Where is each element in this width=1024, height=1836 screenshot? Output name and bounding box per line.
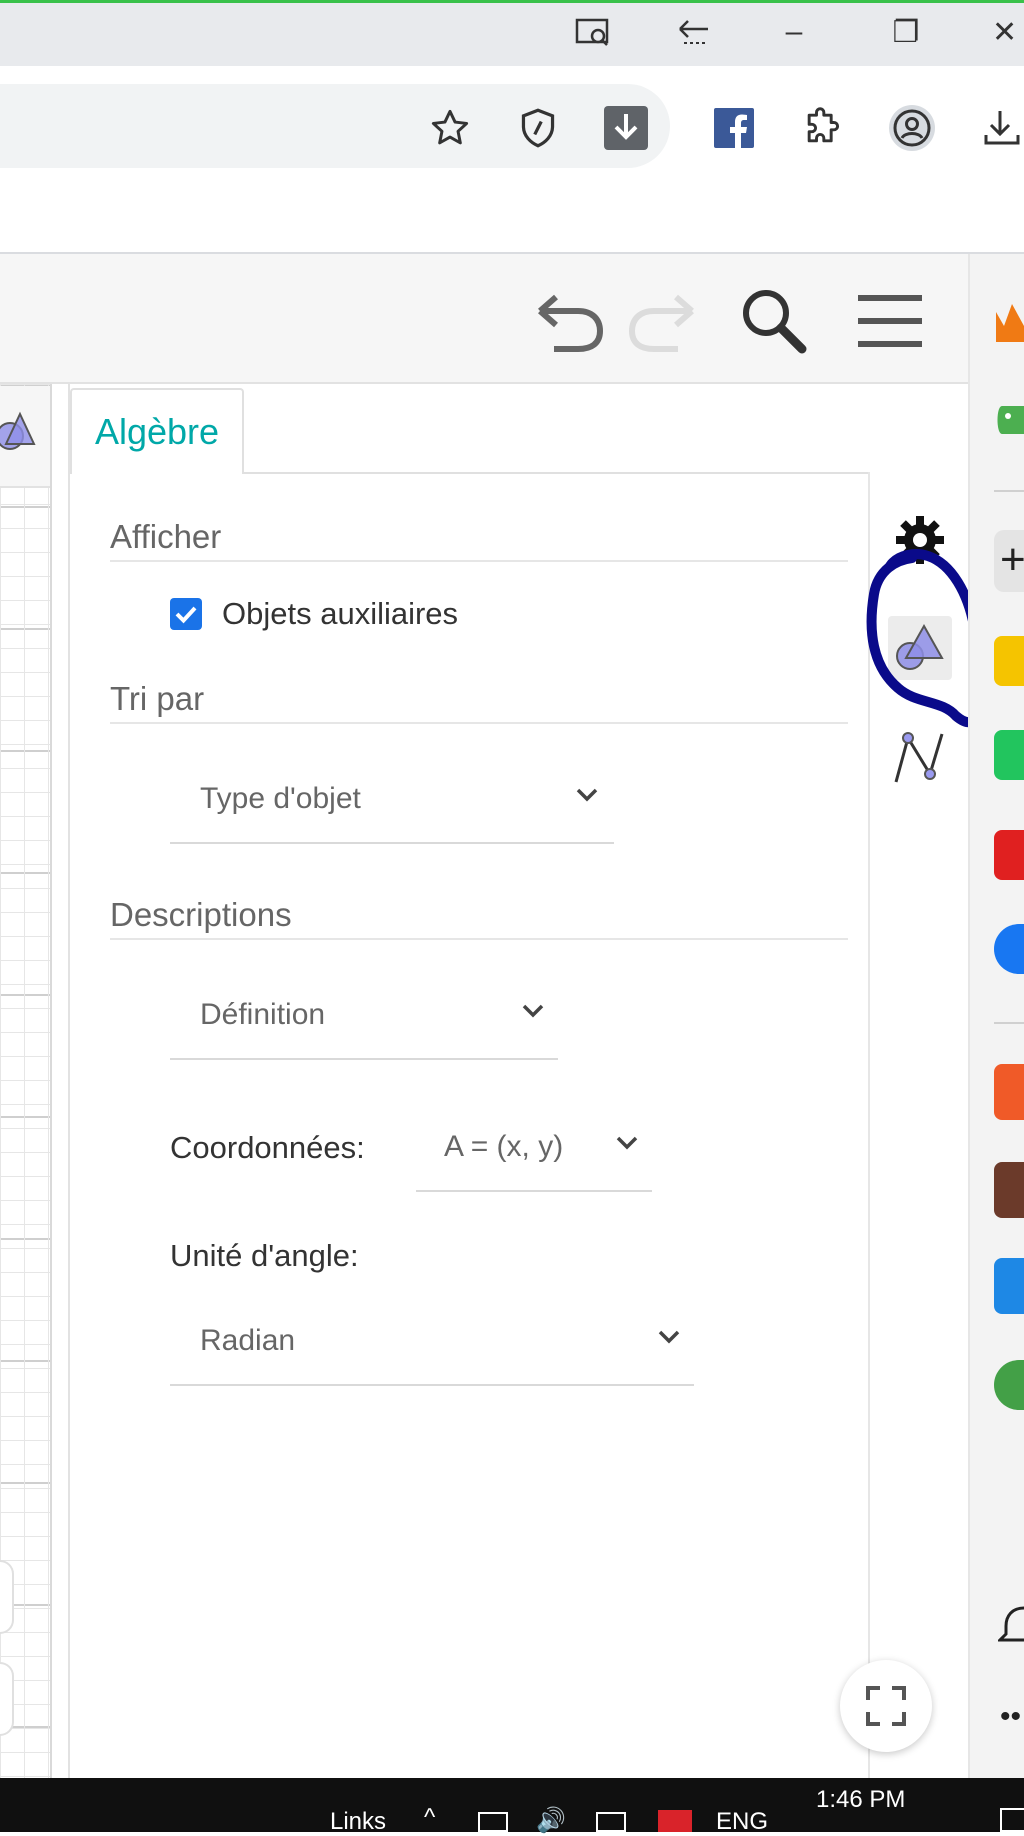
section-divider — [110, 722, 848, 724]
back-history-icon[interactable] — [672, 12, 716, 52]
unite-angle-value: Radian — [200, 1324, 296, 1357]
graphics-tab[interactable] — [0, 386, 50, 488]
shop-app-icon[interactable] — [994, 1064, 1024, 1120]
youtube-icon[interactable] — [994, 830, 1024, 880]
shield-icon[interactable] — [512, 102, 564, 154]
chevron-down-icon — [522, 1004, 544, 1018]
objets-auxiliaires-label[interactable]: Objets auxiliaires — [222, 596, 458, 632]
descriptions-dropdown[interactable]: Définition — [170, 982, 558, 1060]
undo-icon[interactable] — [530, 285, 610, 357]
notification-center-icon[interactable] — [1000, 1808, 1024, 1832]
chevron-down-icon — [616, 1136, 638, 1150]
game-icon[interactable] — [996, 398, 1024, 442]
section-title-descriptions: Descriptions — [110, 896, 292, 933]
side-divider — [994, 490, 1024, 492]
unite-angle-dropdown[interactable]: Radian — [170, 1308, 694, 1386]
tri-par-dropdown[interactable]: Type d'objet — [170, 766, 614, 844]
antivirus-icon[interactable] — [658, 1810, 692, 1832]
unite-angle-label: Unité d'angle: — [170, 1238, 359, 1273]
volume-icon[interactable]: 🔊 — [536, 1806, 566, 1835]
section-title-tri-par: Tri par — [110, 680, 205, 717]
clock-time[interactable]: 1:46 PM — [816, 1786, 905, 1814]
screen-search-icon[interactable] — [572, 12, 616, 52]
address-bar[interactable] — [0, 84, 670, 168]
chevron-down-icon — [658, 1330, 680, 1344]
search-icon[interactable] — [734, 285, 814, 357]
download-icon[interactable] — [982, 102, 1024, 154]
browser-title-bar — [0, 0, 1024, 66]
restore-button[interactable]: ❐ — [884, 12, 928, 52]
sidebar-app-icon[interactable] — [994, 730, 1024, 780]
side-divider — [994, 1022, 1024, 1024]
graphics-zoom-control[interactable] — [0, 1662, 14, 1736]
profile-icon[interactable] — [886, 102, 938, 154]
app-header — [0, 254, 968, 384]
coordonnees-value: A = (x, y) — [444, 1130, 564, 1163]
bell-icon[interactable] — [998, 1600, 1024, 1646]
tiki-app-icon[interactable] — [994, 1258, 1024, 1314]
more-icon[interactable]: •• — [1000, 1700, 1021, 1734]
section-title-afficher: Afficher — [110, 518, 222, 555]
add-icon[interactable]: + — [994, 530, 1024, 592]
graphics-zoom-control[interactable] — [0, 1560, 14, 1634]
redo-icon[interactable] — [622, 285, 702, 357]
network-icon[interactable] — [478, 1812, 508, 1832]
menu-icon[interactable] — [850, 285, 930, 357]
close-window-button[interactable]: ✕ — [992, 12, 1024, 52]
fullscreen-button[interactable] — [840, 1660, 932, 1752]
objets-auxiliaires-checkbox[interactable] — [170, 598, 202, 630]
facebook-icon[interactable] — [708, 102, 760, 154]
extensions-icon[interactable] — [796, 102, 848, 154]
coordonnees-dropdown[interactable]: A = (x, y) — [416, 1112, 652, 1192]
coordonnees-label: Coordonnées: — [170, 1130, 365, 1165]
star-icon[interactable] — [424, 102, 476, 154]
chevron-up-icon[interactable]: ^ — [424, 1804, 435, 1832]
download-box-icon[interactable] — [600, 102, 652, 154]
fullscreen-icon — [866, 1686, 906, 1726]
tri-par-value: Type d'objet — [200, 782, 361, 815]
descriptions-value: Définition — [200, 998, 326, 1031]
tab-algebre[interactable]: Algèbre — [70, 388, 244, 474]
tab-divider — [244, 472, 870, 474]
crown-icon[interactable] — [996, 298, 1024, 346]
settings-panel — [68, 384, 968, 1778]
minimize-button[interactable]: – — [772, 12, 816, 52]
sidebar-app-icon[interactable] — [994, 636, 1024, 686]
chevron-down-icon — [576, 788, 598, 802]
device-icon[interactable] — [596, 1812, 626, 1832]
section-divider — [110, 560, 848, 562]
section-divider — [110, 938, 848, 940]
browser-side-panel — [968, 254, 1024, 1778]
game-app-icon[interactable] — [994, 1162, 1024, 1218]
